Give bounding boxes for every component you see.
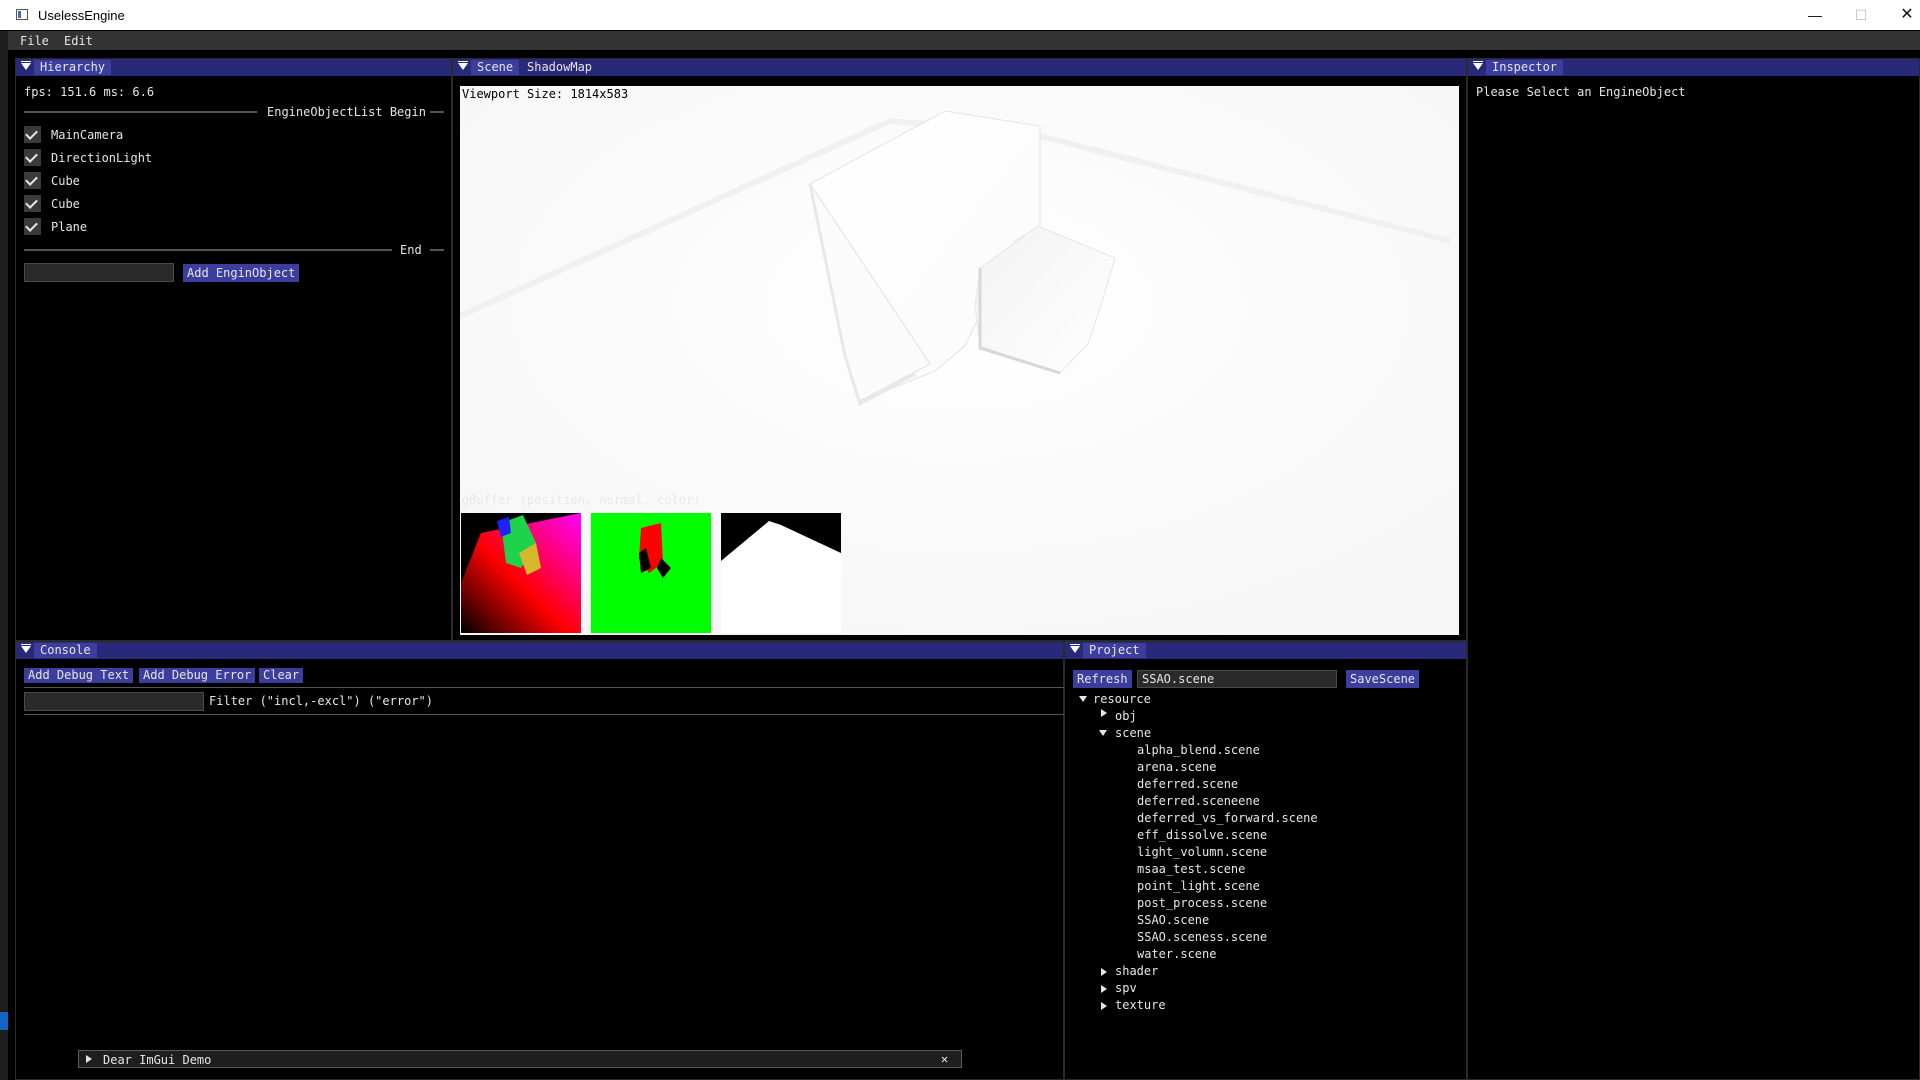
left-edge-accent: [0, 1012, 8, 1030]
console-header: Console: [16, 642, 1063, 659]
object-item[interactable]: Cube: [51, 197, 80, 211]
inspector-message: Please Select an EngineObject: [1476, 85, 1686, 99]
object-item[interactable]: MainCamera: [51, 128, 123, 142]
tree-file[interactable]: light_volumn.scene: [1137, 845, 1267, 859]
object-item[interactable]: Plane: [51, 220, 87, 234]
refresh-button[interactable]: Refresh: [1073, 670, 1132, 688]
collapse-arrow-icon[interactable]: [1070, 644, 1080, 653]
checkbox-icon[interactable]: [24, 126, 41, 143]
tree-file[interactable]: deferred_vs_forward.scene: [1137, 811, 1318, 825]
scene-panel: Scene ShadowMap Viewport Size: 1814x583 …: [452, 58, 1467, 641]
expand-arrow-icon[interactable]: [1099, 730, 1107, 736]
checkbox-icon[interactable]: [24, 172, 41, 189]
imgui-demo-window[interactable]: Dear ImGui Demo ✕: [78, 1050, 962, 1068]
fps-readout: fps: 151.6 ms: 6.6: [24, 85, 155, 99]
add-debug-error-button[interactable]: Add Debug Error: [139, 668, 256, 683]
gbuffer-position-thumbnail: [461, 513, 581, 633]
scene-viewport[interactable]: Viewport Size: 1814x583 gBuffer (positio…: [460, 86, 1459, 635]
window-title: UselessEngine: [38, 8, 125, 23]
tree-folder-resource[interactable]: resource: [1093, 692, 1151, 706]
save-scene-button[interactable]: SaveScene: [1346, 670, 1420, 688]
hierarchy-panel: Hierarchy fps: 151.6 ms: 6.6 EngineObjec…: [15, 58, 452, 641]
scene-header: Scene ShadowMap: [453, 59, 1466, 76]
tab-scene[interactable]: Scene: [471, 60, 520, 75]
collapse-arrow-icon[interactable]: [21, 644, 31, 653]
tree-file[interactable]: SSAO.sceness.scene: [1137, 930, 1267, 944]
tree-file[interactable]: deferred.sceneene: [1137, 794, 1260, 808]
project-header: Project: [1065, 642, 1466, 659]
filter-input[interactable]: [24, 692, 204, 711]
expand-arrow-icon[interactable]: [1079, 696, 1087, 702]
imgui-demo-title: Dear ImGui Demo: [103, 1053, 212, 1067]
tree-file[interactable]: post_process.scene: [1137, 896, 1267, 910]
collapse-arrow-icon[interactable]: [458, 61, 468, 70]
close-button[interactable]: ✕: [1884, 0, 1920, 30]
tree-folder-texture[interactable]: texture: [1115, 998, 1166, 1012]
add-object-button[interactable]: Add EnginObject: [183, 264, 300, 282]
tab-project[interactable]: Project: [1083, 643, 1146, 658]
tree-file[interactable]: SSAO.scene: [1137, 913, 1209, 927]
menu-file[interactable]: File: [20, 34, 49, 48]
viewport-size-label: Viewport Size: 1814x583: [462, 87, 629, 101]
tree-file[interactable]: eff_dissolve.scene: [1137, 828, 1267, 842]
collapse-arrow-icon[interactable]: [1101, 709, 1107, 717]
left-edge-strip: [0, 31, 8, 1080]
checkbox-icon[interactable]: [24, 218, 41, 235]
tab-inspector[interactable]: Inspector: [1486, 60, 1564, 75]
new-object-input[interactable]: [24, 263, 174, 282]
separator: [24, 111, 257, 113]
tree-folder-spv[interactable]: spv: [1115, 981, 1137, 995]
tree-file[interactable]: msaa_test.scene: [1137, 862, 1245, 876]
inspector-header: Inspector: [1468, 59, 1919, 76]
collapse-arrow-icon[interactable]: [1101, 985, 1107, 993]
minimize-button[interactable]: —: [1792, 0, 1838, 30]
project-panel: Project Refresh SSAO.scene SaveScene res…: [1064, 641, 1467, 1080]
menu-bar: File Edit: [8, 31, 1920, 50]
console-panel: Console Add Debug Text Add Debug Error C…: [15, 641, 1064, 1080]
close-icon[interactable]: ✕: [941, 1052, 948, 1066]
filter-hint: Filter ("incl,-excl") ("error"): [209, 694, 433, 708]
list-end-label: End: [400, 243, 422, 257]
checkbox-icon[interactable]: [24, 195, 41, 212]
clear-button[interactable]: Clear: [259, 668, 304, 683]
tree-folder-obj[interactable]: obj: [1115, 709, 1137, 723]
maximize-button[interactable]: ☐: [1838, 0, 1884, 30]
separator: [430, 249, 444, 251]
collapse-arrow-icon[interactable]: [21, 61, 31, 70]
add-debug-text-button[interactable]: Add Debug Text: [24, 668, 134, 683]
inspector-panel: Inspector Please Select an EngineObject: [1467, 58, 1920, 1080]
separator: [430, 111, 444, 113]
separator: [24, 687, 1064, 688]
gbuffer-label: gBuffer (position, normal, color): [462, 493, 701, 507]
tree-file[interactable]: deferred.scene: [1137, 777, 1238, 791]
gbuffer-color-thumbnail: [721, 513, 841, 633]
tree-file[interactable]: water.scene: [1137, 947, 1216, 961]
object-item[interactable]: Cube: [51, 174, 80, 188]
list-begin-label: EngineObjectList Begin: [267, 105, 426, 119]
tree-file[interactable]: point_light.scene: [1137, 879, 1260, 893]
menu-edit[interactable]: Edit: [64, 34, 93, 48]
object-item[interactable]: DirectionLight: [51, 151, 152, 165]
tab-hierarchy[interactable]: Hierarchy: [34, 60, 112, 75]
collapse-arrow-icon[interactable]: [1101, 968, 1107, 976]
collapse-arrow-icon[interactable]: [1101, 1002, 1107, 1010]
separator: [24, 249, 392, 251]
tab-console[interactable]: Console: [34, 643, 97, 658]
collapse-arrow-icon[interactable]: [1473, 61, 1483, 70]
separator: [24, 714, 1064, 715]
app-icon: [16, 9, 28, 20]
hierarchy-header: Hierarchy: [16, 59, 451, 76]
tree-folder-scene[interactable]: scene: [1115, 726, 1151, 740]
checkbox-icon[interactable]: [24, 149, 41, 166]
expand-arrow-icon[interactable]: [86, 1055, 92, 1063]
tree-file[interactable]: alpha_blend.scene: [1137, 743, 1260, 757]
tab-shadowmap[interactable]: ShadowMap: [521, 60, 598, 75]
gbuffer-normal-thumbnail: [591, 513, 711, 633]
window-titlebar: UselessEngine — ☐ ✕: [0, 0, 1920, 30]
tree-folder-shader[interactable]: shader: [1115, 964, 1158, 978]
scene-name-input[interactable]: SSAO.scene: [1137, 670, 1337, 688]
tree-file[interactable]: arena.scene: [1137, 760, 1216, 774]
